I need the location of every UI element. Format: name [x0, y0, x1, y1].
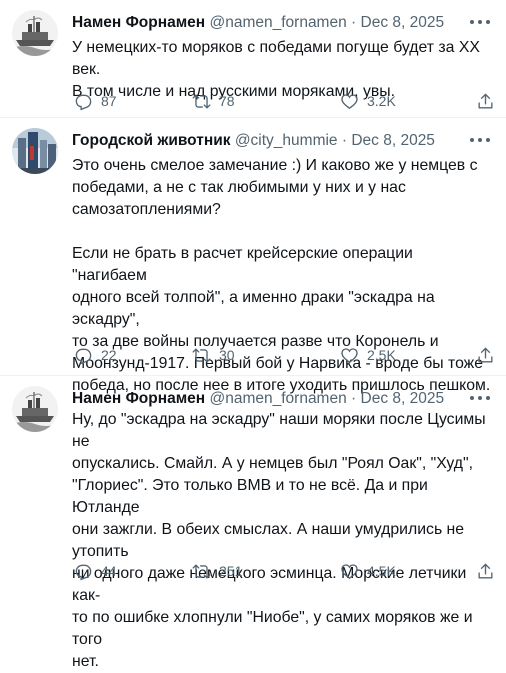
like-button[interactable]: 2.5K	[340, 344, 396, 366]
avatar[interactable]	[12, 128, 58, 174]
share-button[interactable]	[476, 344, 495, 366]
reply-button[interactable]: 87	[74, 90, 117, 112]
separator-dot: ·	[341, 132, 348, 149]
retweet-icon	[192, 93, 211, 109]
like-button[interactable]: 4.5K	[340, 560, 396, 582]
share-icon	[478, 563, 493, 579]
tweet-actions: 22 30 2.5K	[64, 344, 506, 366]
reply-icon	[75, 348, 92, 364]
tweet-date[interactable]: Dec 8, 2025	[361, 14, 445, 31]
retweet-button[interactable]: 251	[192, 560, 242, 582]
retweet-count: 30	[219, 347, 235, 363]
tweet-date[interactable]: Dec 8, 2025	[351, 132, 435, 149]
avatar[interactable]	[12, 386, 58, 432]
author-name[interactable]: Намен Форнамен	[72, 390, 205, 407]
reply-count: 22	[101, 347, 117, 363]
author-handle[interactable]: @city_hummie	[235, 132, 338, 149]
more-options-icon[interactable]	[470, 132, 490, 148]
reply-count: 44	[101, 563, 117, 579]
like-count: 2.5K	[367, 347, 396, 363]
reply-button[interactable]: 22	[74, 344, 117, 366]
tweet[interactable]: Намен Форнамен @namen_fornamen · Dec 8, …	[0, 376, 506, 670]
reply-icon	[75, 94, 92, 110]
retweet-count: 78	[219, 93, 235, 109]
retweet-button[interactable]: 30	[192, 344, 235, 366]
heart-icon	[341, 347, 358, 363]
tweet-date[interactable]: Dec 8, 2025	[361, 390, 445, 407]
author-handle[interactable]: @namen_fornamen	[209, 390, 346, 407]
like-count: 4.5K	[367, 563, 396, 579]
tweet-header: Городской животник @city_hummie · Dec 8,…	[72, 130, 466, 152]
heart-icon	[341, 93, 358, 109]
like-button[interactable]: 3.2K	[340, 90, 396, 112]
author-handle[interactable]: @namen_fornamen	[209, 14, 346, 31]
separator-dot: ·	[351, 390, 357, 407]
reply-icon	[75, 564, 92, 580]
more-options-icon[interactable]	[470, 14, 490, 30]
retweet-icon	[192, 347, 211, 363]
share-icon	[478, 93, 493, 109]
tweet-header: Намен Форнамен @namen_fornamen · Dec 8, …	[72, 388, 466, 410]
share-icon	[478, 347, 493, 363]
author-name[interactable]: Городской животник	[72, 132, 231, 149]
share-button[interactable]	[476, 560, 495, 582]
tweet-text: Ну, до "эскадра на эскадру" наши моряки …	[72, 411, 486, 670]
tweet-actions: 44 251 4.5K	[64, 560, 506, 582]
tweet-actions: 87 78 3.2K	[64, 90, 506, 112]
reply-button[interactable]: 44	[74, 560, 117, 582]
heart-icon	[341, 563, 358, 579]
avatar[interactable]	[12, 10, 58, 56]
retweet-icon	[192, 563, 211, 579]
more-options-icon[interactable]	[470, 390, 490, 406]
separator-dot: ·	[351, 14, 357, 31]
tweet-header: Намен Форнамен @namen_fornamen · Dec 8, …	[72, 12, 466, 34]
tweet[interactable]: Городской животник @city_hummie · Dec 8,…	[0, 118, 506, 394]
share-button[interactable]	[476, 90, 495, 112]
author-name[interactable]: Намен Форнамен	[72, 14, 205, 31]
like-count: 3.2K	[367, 93, 396, 109]
tweet[interactable]: Намен Форнамен @namen_fornamen · Dec 8, …	[0, 0, 506, 118]
reply-count: 87	[101, 93, 117, 109]
retweet-count: 251	[219, 563, 243, 579]
retweet-button[interactable]: 78	[192, 90, 235, 112]
